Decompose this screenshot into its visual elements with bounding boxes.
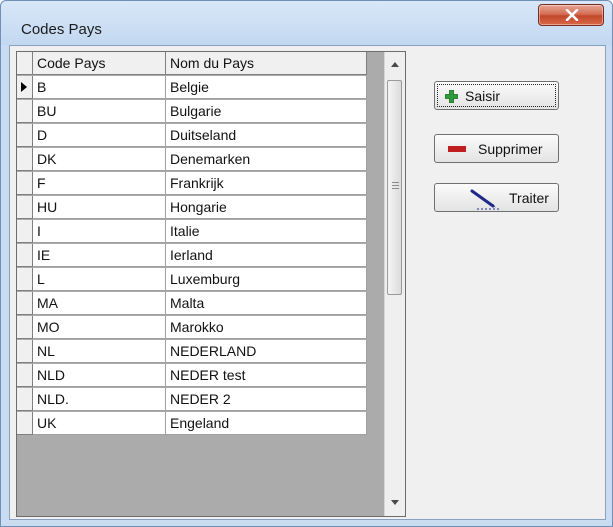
cell-nom-du-pays[interactable]: Ierland (166, 244, 367, 267)
cell-nom-du-pays[interactable]: Marokko (166, 316, 367, 339)
cell-nom-du-pays[interactable]: NEDER test (166, 364, 367, 387)
codes-pays-window: Codes Pays Code Pays Nom du Pays B Belgie… (0, 0, 613, 527)
row-selector[interactable] (17, 364, 33, 387)
row-selector[interactable] (17, 100, 33, 123)
cell-code-pays[interactable]: MO (33, 316, 166, 339)
window-title: Codes Pays (21, 21, 102, 38)
cell-nom-du-pays[interactable]: Belgie (166, 76, 367, 99)
table-row[interactable]: I Italie (17, 220, 384, 244)
table-row[interactable]: MA Malta (17, 292, 384, 316)
cell-code-pays[interactable]: BU (33, 100, 166, 123)
close-icon (565, 9, 579, 21)
row-selector[interactable] (17, 412, 33, 435)
red-minus-icon (448, 146, 466, 152)
table-row[interactable]: HU Hongarie (17, 196, 384, 220)
table-row[interactable]: NLD. NEDER 2 (17, 388, 384, 412)
table-row[interactable]: DK Denemarken (17, 148, 384, 172)
row-selector[interactable] (17, 76, 33, 99)
cell-code-pays[interactable]: L (33, 268, 166, 291)
cell-code-pays[interactable]: UK (33, 412, 166, 435)
row-selector[interactable] (17, 196, 33, 219)
cell-code-pays[interactable]: NLD. (33, 388, 166, 411)
cell-nom-du-pays[interactable]: Denemarken (166, 148, 367, 171)
table-row[interactable]: IE Ierland (17, 244, 384, 268)
table-row[interactable]: NLD NEDER test (17, 364, 384, 388)
table-row[interactable]: MO Marokko (17, 316, 384, 340)
scroll-thumb[interactable] (387, 80, 402, 295)
grid-corner (17, 52, 33, 75)
grid-body: Code Pays Nom du Pays B Belgie BU Bulgarie D… (17, 52, 384, 516)
row-selector[interactable] (17, 316, 33, 339)
cell-code-pays[interactable]: B (33, 76, 166, 99)
down-arrow-icon (391, 500, 399, 505)
row-selector[interactable] (17, 292, 33, 315)
grip-line (392, 182, 399, 183)
row-selector[interactable] (17, 340, 33, 363)
cell-nom-du-pays[interactable]: Malta (166, 292, 367, 315)
cell-code-pays[interactable]: HU (33, 196, 166, 219)
title-bar[interactable]: Codes Pays (1, 1, 612, 45)
row-selector[interactable] (17, 148, 33, 171)
traiter-button[interactable]: Traiter (434, 183, 559, 212)
column-header-code-pays[interactable]: Code Pays (33, 52, 166, 75)
cell-code-pays[interactable]: D (33, 124, 166, 147)
cell-nom-du-pays[interactable]: NEDER 2 (166, 388, 367, 411)
table-row[interactable]: D Duitseland (17, 124, 384, 148)
saisir-button[interactable]: Saisir (434, 81, 559, 110)
up-arrow-icon (391, 62, 399, 67)
cell-nom-du-pays[interactable]: Duitseland (166, 124, 367, 147)
pen-icon (470, 189, 499, 210)
table-row[interactable]: L Luxemburg (17, 268, 384, 292)
cell-code-pays[interactable]: MA (33, 292, 166, 315)
cell-nom-du-pays[interactable]: Bulgarie (166, 100, 367, 123)
cell-code-pays[interactable]: NL (33, 340, 166, 363)
scroll-up-button[interactable] (385, 55, 405, 75)
close-button[interactable] (538, 4, 604, 26)
cell-code-pays[interactable]: DK (33, 148, 166, 171)
row-selector[interactable] (17, 244, 33, 267)
supprimer-label: Supprimer (478, 141, 543, 157)
table-row[interactable]: BU Bulgarie (17, 100, 384, 124)
cell-nom-du-pays[interactable]: NEDERLAND (166, 340, 367, 363)
green-plus-icon (445, 90, 458, 103)
grip-line (392, 185, 399, 186)
saisir-label: Saisir (465, 88, 501, 104)
row-selector[interactable] (17, 388, 33, 411)
column-header-nom-du-pays[interactable]: Nom du Pays (166, 52, 367, 75)
supprimer-button[interactable]: Supprimer (434, 134, 559, 163)
cell-code-pays[interactable]: I (33, 220, 166, 243)
cell-nom-du-pays[interactable]: Hongarie (166, 196, 367, 219)
cell-nom-du-pays[interactable]: Luxemburg (166, 268, 367, 291)
cell-code-pays[interactable]: NLD (33, 364, 166, 387)
traiter-label: Traiter (509, 190, 549, 206)
window-client-area: Code Pays Nom du Pays B Belgie BU Bulgarie D… (9, 45, 606, 520)
cell-nom-du-pays[interactable]: Italie (166, 220, 367, 243)
scroll-down-button[interactable] (385, 493, 405, 513)
cell-code-pays[interactable]: F (33, 172, 166, 195)
cell-nom-du-pays[interactable]: Engeland (166, 412, 367, 435)
grid-header-row: Code Pays Nom du Pays (17, 52, 384, 76)
table-row[interactable]: F Frankrijk (17, 172, 384, 196)
vertical-scrollbar[interactable] (384, 52, 405, 516)
cell-code-pays[interactable]: IE (33, 244, 166, 267)
row-selector[interactable] (17, 124, 33, 147)
row-selector[interactable] (17, 172, 33, 195)
countries-grid[interactable]: Code Pays Nom du Pays B Belgie BU Bulgarie D… (16, 51, 406, 517)
table-row[interactable]: NL NEDERLAND (17, 340, 384, 364)
current-row-arrow-icon (21, 82, 27, 92)
row-selector[interactable] (17, 220, 33, 243)
grip-line (392, 188, 399, 189)
cell-nom-du-pays[interactable]: Frankrijk (166, 172, 367, 195)
row-selector[interactable] (17, 268, 33, 291)
table-row[interactable]: UK Engeland (17, 412, 384, 436)
table-row[interactable]: B Belgie (17, 76, 384, 100)
